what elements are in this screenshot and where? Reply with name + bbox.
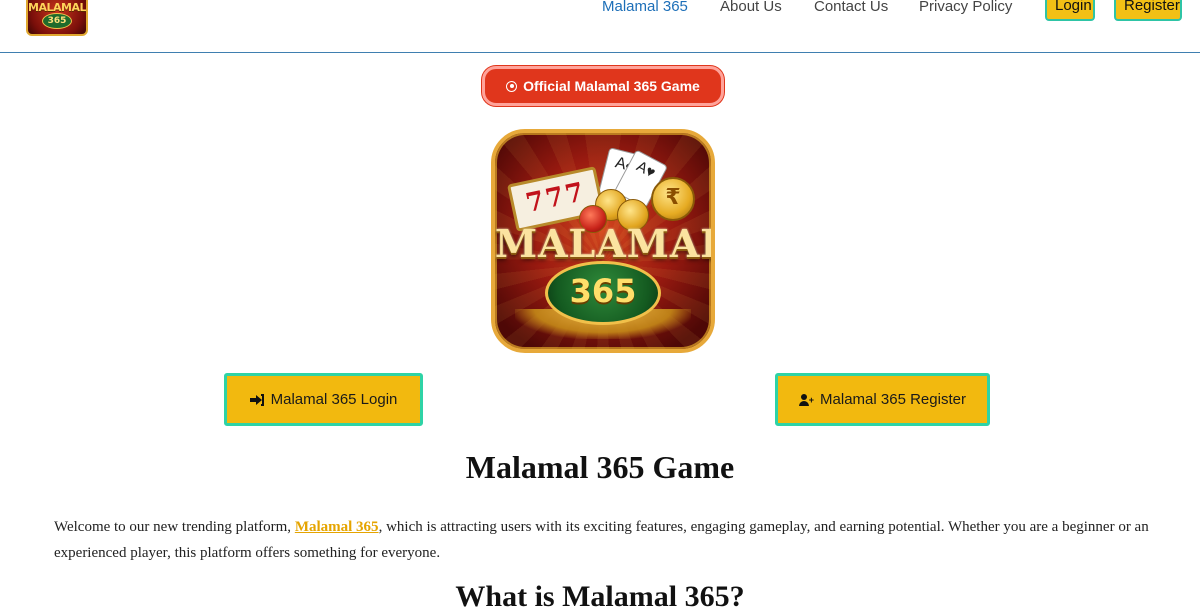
header-login-button[interactable]: Login (1045, 0, 1095, 21)
rupee-coin-icon: ₹ (651, 177, 695, 221)
nav-link-privacy[interactable]: Privacy Policy (919, 0, 1012, 17)
login-button-label: Malamal 365 Login (270, 391, 398, 408)
page-title: Malamal 365 Game (465, 449, 735, 485)
user-plus-icon: + (799, 393, 814, 406)
section-heading: What is Malamal 365? (455, 580, 745, 613)
malamal-365-link[interactable]: Malamal 365 (295, 519, 379, 535)
game-logo-image: A♠ A♥ 777 ₹ MALAMAL 365 (491, 129, 715, 353)
header-register-button[interactable]: Register (1114, 0, 1182, 21)
sign-in-icon (249, 393, 264, 406)
official-badge-label: Official Malamal 365 Game (523, 78, 700, 94)
nav-link-contact[interactable]: Contact Us (814, 0, 888, 17)
intro-paragraph: Welcome to our new trending platform, Ma… (54, 514, 1154, 566)
logo-number: 365 (545, 261, 661, 325)
malamal-register-button[interactable]: + Malamal 365 Register (775, 373, 990, 426)
intro-text: Welcome to our new trending platform, (54, 519, 295, 535)
nav-link-about[interactable]: About Us (720, 0, 782, 17)
nav-link-home[interactable]: Malamal 365 (602, 0, 688, 17)
site-header: MALAMAL 365 Malamal 365 About Us Contact… (0, 0, 1200, 53)
register-button-label: Malamal 365 Register (820, 391, 966, 408)
malamal-login-button[interactable]: Malamal 365 Login (224, 373, 423, 426)
dot-circle-icon (506, 80, 518, 92)
logo-title: MALAMAL (495, 221, 715, 266)
main-nav: Malamal 365 About Us Contact Us Privacy … (0, 0, 1200, 27)
official-game-badge[interactable]: Official Malamal 365 Game (482, 66, 724, 106)
